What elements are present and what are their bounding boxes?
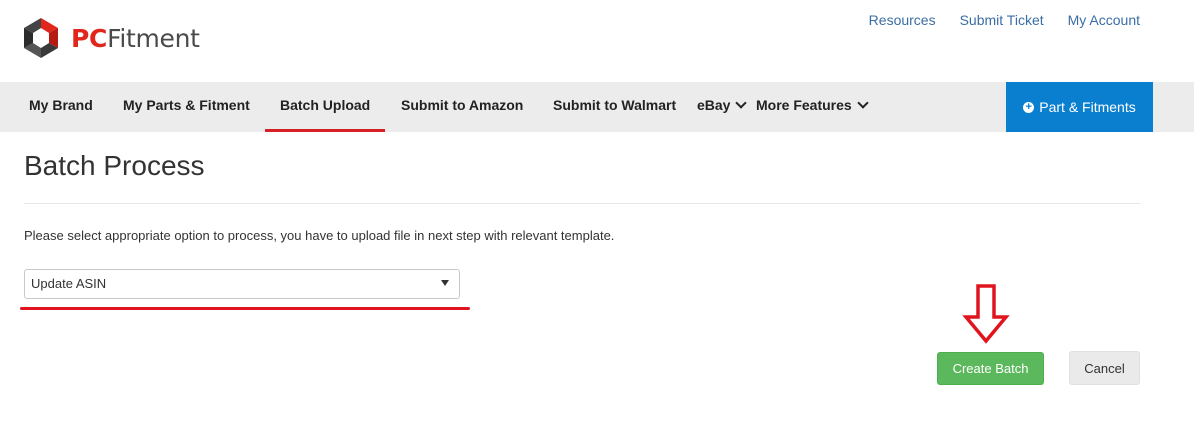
nav-batch-upload[interactable]: Batch Upload bbox=[265, 82, 385, 132]
caret-down-icon bbox=[441, 280, 449, 286]
submit-ticket-link[interactable]: Submit Ticket bbox=[960, 12, 1044, 28]
cancel-button[interactable]: Cancel bbox=[1069, 351, 1140, 385]
add-part-fitments-button[interactable]: + Part & Fitments bbox=[1006, 82, 1153, 132]
page-title: Batch Process bbox=[24, 150, 205, 181]
nav-ebay-dropdown[interactable]: eBay bbox=[697, 82, 748, 132]
chevron-down-icon bbox=[735, 97, 748, 109]
instruction-text: Please select appropriate option to proc… bbox=[24, 228, 615, 243]
add-part-fitments-label: Part & Fitments bbox=[1039, 99, 1136, 115]
chevron-down-icon bbox=[857, 97, 869, 109]
annotation-underline bbox=[20, 307, 470, 310]
red-down-arrow-icon bbox=[962, 284, 1010, 344]
nav-batch-upload-label: Batch Upload bbox=[280, 97, 371, 113]
nav-more-features-label: More Features bbox=[756, 97, 852, 113]
nav-my-parts-fitment[interactable]: My Parts & Fitment bbox=[123, 82, 250, 132]
nav-submit-to-amazon[interactable]: Submit to Amazon bbox=[401, 82, 523, 132]
process-select[interactable]: Update ASIN bbox=[24, 269, 460, 299]
title-divider bbox=[24, 203, 1140, 204]
nav-submit-to-walmart[interactable]: Submit to Walmart bbox=[553, 82, 676, 132]
brand-name: PCFitment bbox=[71, 23, 200, 53]
nav-ebay-label: eBay bbox=[697, 97, 731, 113]
top-links: Resources Submit Ticket My Account bbox=[869, 12, 1140, 28]
nav-more-features-dropdown[interactable]: More Features bbox=[756, 82, 869, 132]
create-batch-button[interactable]: Create Batch bbox=[937, 352, 1044, 385]
resources-link[interactable]: Resources bbox=[869, 12, 936, 28]
my-account-link[interactable]: My Account bbox=[1068, 12, 1140, 28]
brand-logo[interactable]: PCFitment bbox=[19, 16, 200, 60]
process-select-value: Update ASIN bbox=[31, 276, 107, 291]
plus-circle-icon: + bbox=[1023, 101, 1035, 113]
nav-my-brand[interactable]: My Brand bbox=[29, 82, 93, 132]
pcfitment-hex-logo-icon bbox=[24, 18, 58, 58]
